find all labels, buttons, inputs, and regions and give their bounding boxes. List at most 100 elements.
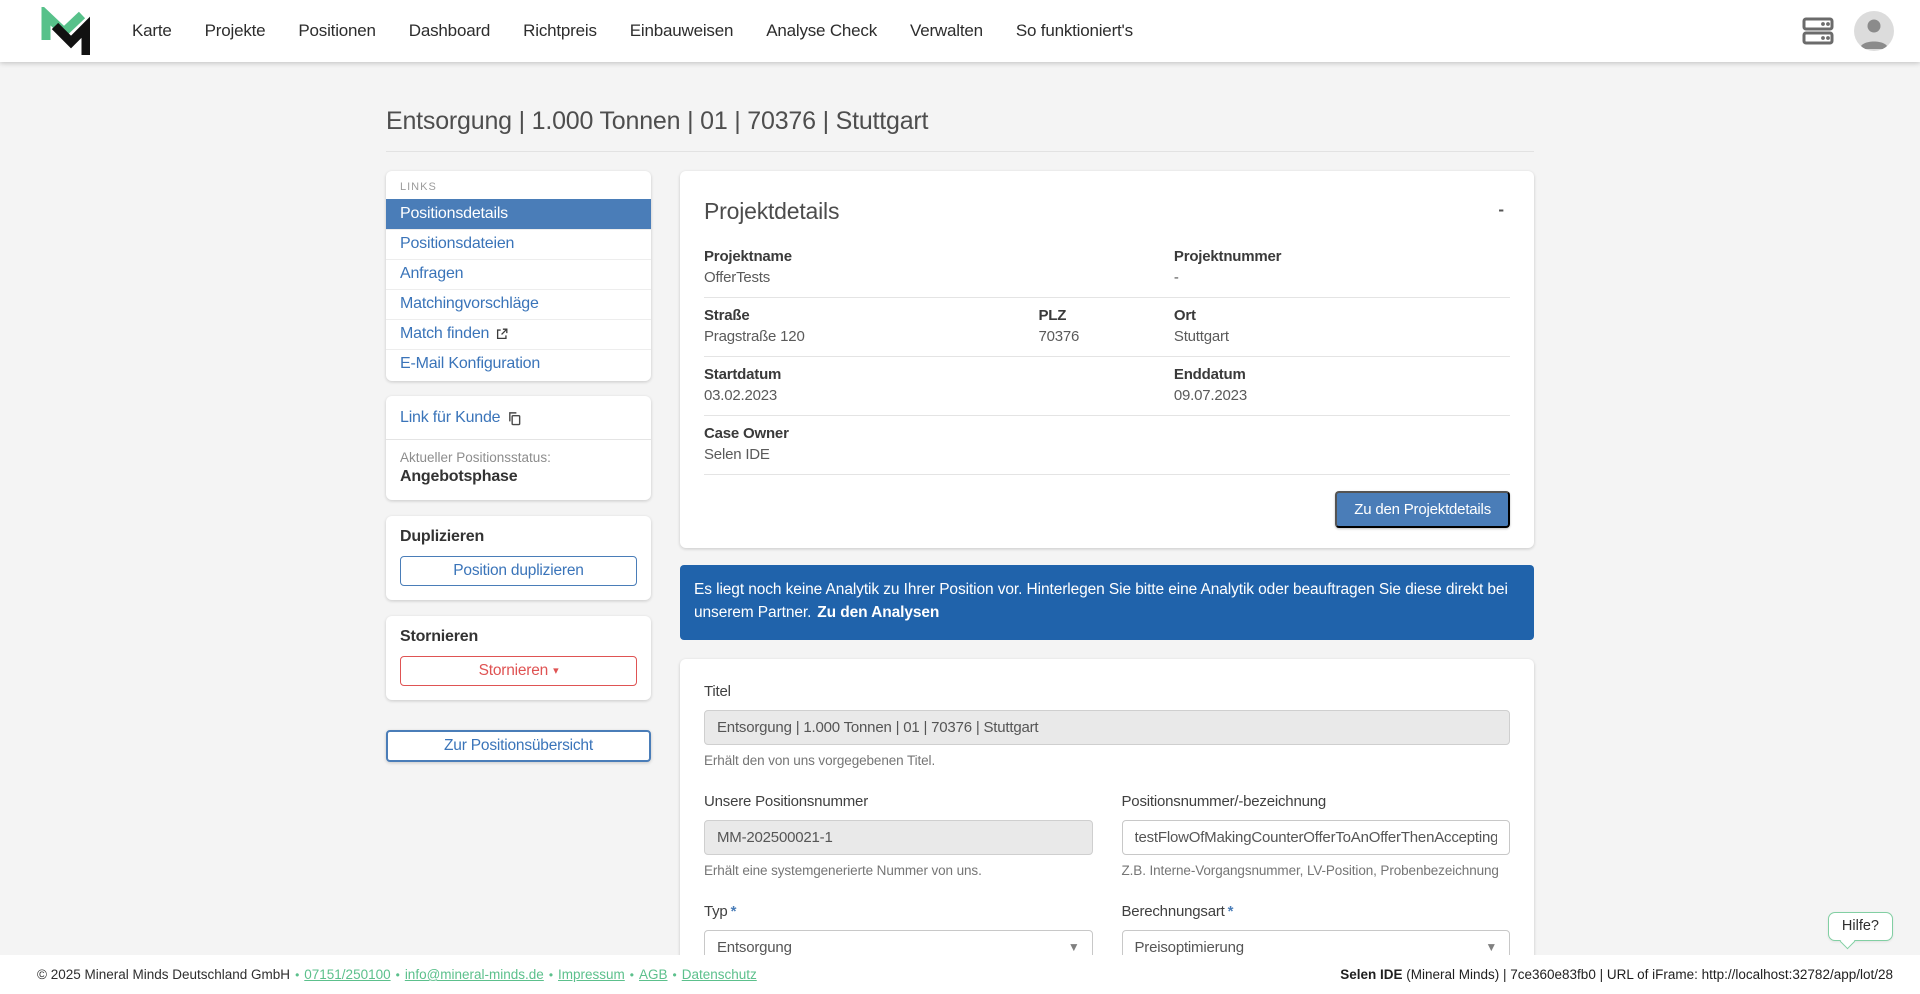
table-row: Straße Pragstraße 120 PLZ 70376 Ort Stut… [704, 298, 1510, 357]
go-to-analyses-link[interactable]: Zu den Analysen [817, 604, 939, 621]
customer-link[interactable]: Link für Kunde [400, 409, 637, 427]
table-row: Projektname OfferTests Projektnummer - [704, 246, 1510, 298]
person-icon [1860, 19, 1888, 49]
nav-item-so-funktionierts[interactable]: So funktioniert's [1016, 21, 1133, 41]
berechnungsart-label-text: Berechnungsart [1121, 902, 1225, 920]
separator-dot: • [395, 967, 400, 982]
our-position-number-helper-text: Erhält eine systemgenerierte Nummer von … [704, 862, 982, 878]
collapse-card-button[interactable]: - [1492, 198, 1510, 222]
field-label: Projektname [704, 248, 792, 265]
external-link-icon [497, 328, 508, 340]
nav-item-analyse-check[interactable]: Analyse Check [766, 21, 877, 41]
table-row: Case Owner Selen IDE [704, 416, 1510, 475]
go-to-project-details-button[interactable]: Zu den Projektdetails [1335, 491, 1510, 528]
nav-item-positionen[interactable]: Positionen [298, 21, 376, 41]
top-nav-bar: Karte Projekte Positionen Dashboard Rich… [0, 0, 1920, 62]
our-position-number-input [704, 819, 1093, 855]
table-row: Startdatum 03.02.2023 Enddatum 09.07.202… [704, 357, 1510, 416]
title-divider [386, 151, 1534, 152]
titel-helper-text: Erhält den von uns vorgegebenen Titel. [704, 752, 936, 768]
email-link[interactable]: info@mineral-minds.de [405, 967, 544, 982]
sidebar-item-positionsdetails[interactable]: Positionsdetails [386, 199, 651, 229]
user-avatar[interactable] [1854, 11, 1894, 51]
field-value: Pragstraße 120 [704, 328, 805, 345]
nav-item-verwalten[interactable]: Verwalten [910, 21, 983, 41]
field-label: PLZ [1038, 307, 1067, 324]
sidebar-item-label: Positionsdateien [400, 235, 515, 252]
mineral-minds-logo[interactable] [38, 4, 91, 55]
field-label: Projektnummer [1173, 248, 1282, 265]
position-form-card: Titel Erhält den von uns vorgegebenen Ti… [680, 658, 1534, 994]
datenschutz-link[interactable]: Datenschutz [682, 967, 757, 982]
position-status-label: Aktueller Positionsstatus: [400, 450, 551, 465]
links-card-header: LINKS [400, 181, 437, 193]
cancel-card: Stornieren Stornieren ▾ [386, 616, 651, 700]
impressum-link[interactable]: Impressum [558, 967, 625, 982]
nav-item-einbauweisen[interactable]: Einbauweisen [630, 21, 734, 41]
footer-session-details: (Mineral Minds) | 7ce360e83fb0 | URL of … [1402, 967, 1893, 982]
sidebar-item-positionsdateien[interactable]: Positionsdateien [386, 229, 651, 259]
footer-company-info: © 2025 Mineral Minds Deutschland GmbH • … [37, 967, 757, 982]
separator-dot: • [295, 967, 300, 982]
agb-link[interactable]: AGB [639, 967, 668, 982]
field-value: Stuttgart [1173, 328, 1229, 345]
sidebar-item-label: Anfragen [400, 265, 464, 282]
project-details-card: Projektdetails - Projektname OfferTests … [680, 171, 1534, 548]
titel-input [704, 709, 1510, 745]
sidebar-item-match-finden[interactable]: Match finden [386, 319, 651, 349]
footer-session-info: Selen IDE (Mineral Minds) | 7ce360e83fb0… [1340, 967, 1893, 982]
typ-selected-value: Entsorgung [717, 938, 792, 956]
copy-icon [509, 411, 521, 425]
nav-item-projekte[interactable]: Projekte [205, 21, 266, 41]
field-value: 09.07.2023 [1173, 387, 1247, 404]
project-details-table: Projektname OfferTests Projektnummer - S… [704, 246, 1510, 475]
sidebar-item-anfragen[interactable]: Anfragen [386, 259, 651, 289]
field-label: Enddatum [1173, 366, 1246, 383]
main-panel: Projektdetails - Projektname OfferTests … [680, 171, 1534, 994]
berechnungsart-selected-value: Preisoptimierung [1134, 938, 1245, 956]
separator-dot: • [672, 967, 677, 982]
sidebar-item-email-konfiguration[interactable]: E-Mail Konfiguration [386, 349, 651, 379]
footer-user-name: Selen IDE [1340, 967, 1403, 982]
position-status-value: Angebotsphase [400, 468, 518, 485]
analytics-info-banner: Es liegt noch keine Analytik zu Ihrer Po… [680, 565, 1534, 640]
duplicate-position-button[interactable]: Position duplizieren [400, 556, 637, 586]
dropdown-caret-icon: ▼ [1067, 940, 1080, 954]
field-label: Startdatum [704, 366, 782, 383]
nav-item-richtpreis[interactable]: Richtpreis [523, 21, 597, 41]
cancel-position-button[interactable]: Stornieren ▾ [400, 656, 637, 686]
field-label: Ort [1173, 307, 1196, 324]
sidebar-item-label: Matchingvorschläge [400, 295, 539, 312]
nav-item-dashboard[interactable]: Dashboard [409, 21, 491, 41]
phone-link[interactable]: 07151/250100 [304, 967, 390, 982]
divider [386, 439, 651, 440]
sidebar-item-label: E-Mail Konfiguration [400, 355, 541, 372]
dropdown-caret-icon: ▼ [1485, 940, 1497, 954]
field-label: Case Owner [704, 425, 789, 442]
cancel-button-label: Stornieren [478, 662, 549, 679]
berechnungsart-label: Berechnungsart * [1122, 903, 1234, 920]
help-button[interactable]: Hilfe? [1827, 912, 1893, 941]
caret-down-icon: ▾ [553, 664, 559, 677]
customer-link-label: Link für Kunde [400, 409, 501, 426]
server-status-icon[interactable] [1802, 17, 1834, 45]
typ-label: Typ * [704, 903, 736, 920]
separator-dot: • [629, 967, 634, 982]
position-number-input[interactable] [1121, 819, 1510, 855]
customer-link-card: Link für Kunde Aktueller Positionsstatus… [386, 396, 651, 500]
position-number-helper-text: Z.B. Interne-Vorgangsnummer, LV-Position… [1121, 862, 1499, 878]
links-card: LINKS Positionsdetails Positionsdateien … [386, 171, 651, 381]
typ-label-text: Typ [704, 902, 728, 920]
main-nav: Karte Projekte Positionen Dashboard Rich… [132, 21, 1133, 41]
field-label: Straße [704, 307, 750, 324]
nav-item-karte[interactable]: Karte [132, 21, 172, 41]
sidebar: LINKS Positionsdetails Positionsdateien … [386, 171, 651, 762]
required-marker: * [730, 902, 737, 920]
server-icon [1802, 17, 1834, 45]
sidebar-item-matchingvorschlaege[interactable]: Matchingvorschläge [386, 289, 651, 319]
footer: © 2025 Mineral Minds Deutschland GmbH • … [0, 955, 1920, 994]
duplicate-card: Duplizieren Position duplizieren [386, 516, 651, 600]
position-overview-button[interactable]: Zur Positionsübersicht [386, 730, 651, 762]
field-value: Selen IDE [704, 446, 770, 463]
separator-dot: • [548, 967, 554, 982]
